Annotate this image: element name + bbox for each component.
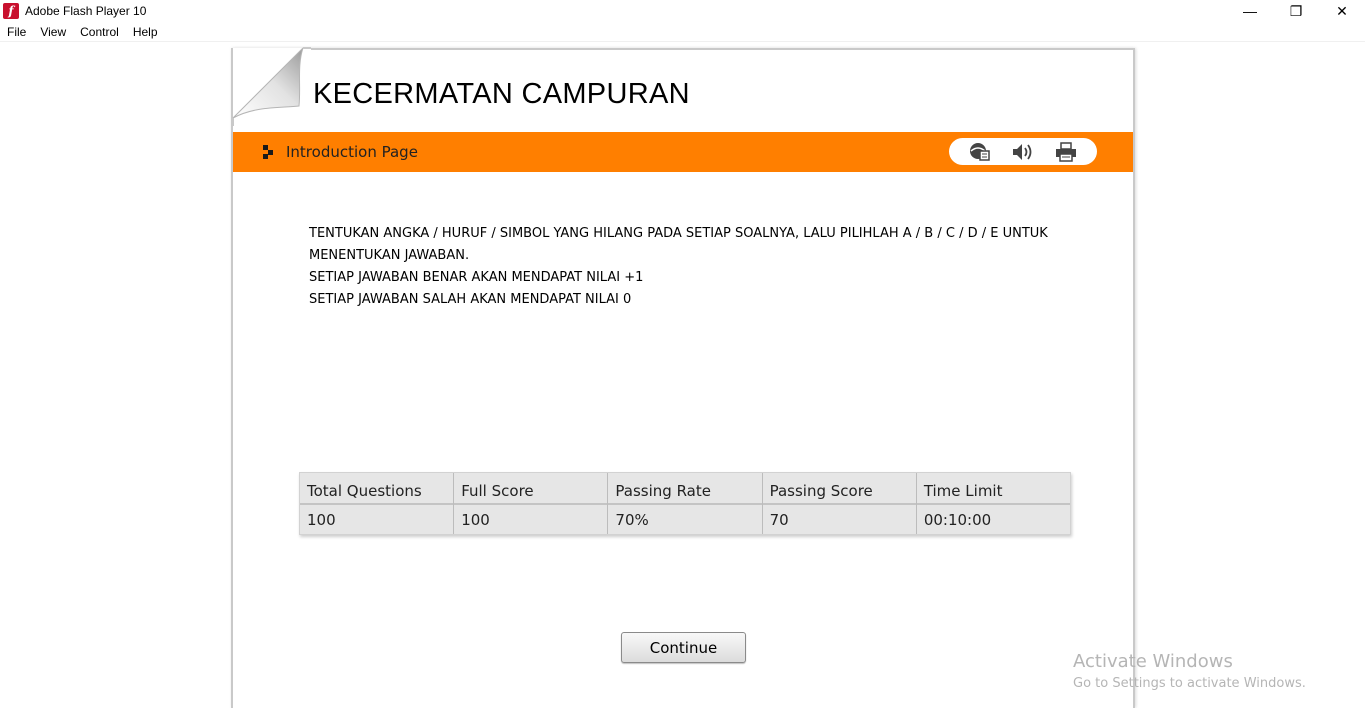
window-controls: — ❐ ✕	[1227, 0, 1365, 22]
printer-icon[interactable]	[1054, 141, 1078, 163]
watermark-subtitle: Go to Settings to activate Windows.	[1073, 676, 1306, 691]
watermark-title: Activate Windows	[1073, 651, 1233, 672]
speaker-icon[interactable]	[1011, 141, 1035, 163]
info-column-passing-rate: Passing Rate 70%	[608, 473, 763, 534]
info-value: 00:10:00	[923, 511, 992, 529]
activation-watermark: Activate Windows Go to Settings to activ…	[1073, 651, 1306, 691]
instruction-line: SETIAP JAWABAN BENAR AKAN MENDAPAT NILAI…	[309, 270, 644, 285]
info-column-total-questions: Total Questions 100	[300, 473, 455, 534]
menu-file[interactable]: File	[0, 25, 33, 39]
info-value: 100	[307, 511, 336, 529]
window-titlebar: f Adobe Flash Player 10 — ❐ ✕	[0, 0, 1365, 22]
info-header: Time Limit	[916, 479, 1071, 505]
section-label: Introduction Page	[286, 143, 418, 161]
info-value: 70	[769, 511, 789, 529]
info-value: 100	[461, 511, 490, 529]
instruction-line: SETIAP JAWABAN SALAH AKAN MENDAPAT NILAI…	[309, 292, 632, 307]
restore-button[interactable]: ❐	[1273, 0, 1319, 22]
menu-bar: File View Control Help	[0, 22, 1365, 42]
info-column-full-score: Full Score 100	[454, 473, 609, 534]
page-top-border	[303, 48, 1133, 50]
info-column-time-limit: Time Limit 00:10:00	[916, 473, 1071, 534]
bullet-icon	[263, 145, 273, 159]
continue-button[interactable]: Continue	[621, 632, 746, 663]
info-header: Total Questions	[300, 479, 454, 505]
instruction-line: TENTUKAN ANGKA / HURUF / SIMBOL YANG HIL…	[309, 226, 1048, 263]
help-icon[interactable]	[968, 141, 992, 163]
toolbar-pill	[949, 138, 1097, 165]
page-curl-icon	[232, 47, 311, 126]
quiz-info-table: Total Questions 100 Full Score 100 Passi…	[299, 472, 1071, 535]
info-header: Passing Rate	[608, 479, 762, 505]
flash-player-icon: f	[3, 3, 19, 19]
quiz-page: KECERMATAN CAMPURAN Introduction Page TE…	[231, 47, 1135, 708]
menu-help[interactable]: Help	[126, 25, 165, 39]
menu-view[interactable]: View	[33, 25, 73, 39]
section-header-bar: Introduction Page	[233, 132, 1133, 172]
info-column-passing-score: Passing Score 70	[762, 473, 917, 534]
close-button[interactable]: ✕	[1319, 0, 1365, 22]
window-title: Adobe Flash Player 10	[25, 4, 147, 18]
info-header: Passing Score	[762, 479, 916, 505]
info-header: Full Score	[454, 479, 608, 505]
instructions-text: TENTUKAN ANGKA / HURUF / SIMBOL YANG HIL…	[309, 223, 1099, 311]
minimize-button[interactable]: —	[1227, 0, 1273, 22]
page-title: KECERMATAN CAMPURAN	[313, 78, 690, 110]
info-value: 70%	[615, 511, 649, 529]
menu-control[interactable]: Control	[73, 25, 126, 39]
